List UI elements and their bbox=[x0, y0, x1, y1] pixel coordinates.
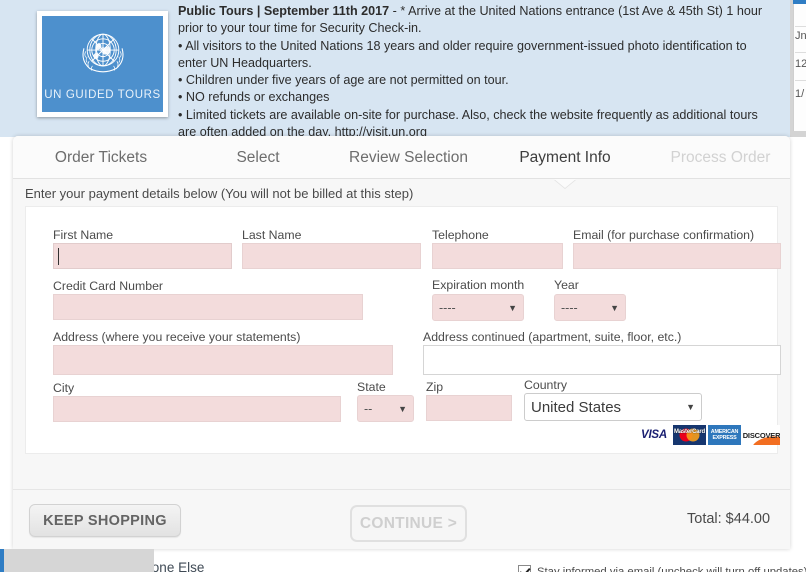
zip-label: Zip bbox=[426, 380, 444, 394]
credit-card-label: Credit Card Number bbox=[53, 279, 164, 293]
right-edge-panel-body: Jn 12 1/ bbox=[793, 0, 806, 131]
stay-informed-row[interactable]: Stay informed via email (uncheck will tu… bbox=[518, 565, 806, 572]
address2-label: Address continued (apartment, suite, flo… bbox=[423, 330, 682, 344]
notice-bullet: • Children under five years of age are n… bbox=[178, 73, 509, 88]
stay-informed-checkbox[interactable] bbox=[518, 565, 531, 572]
event-notice-banner: UN GUIDED TOURS Public Tours | September… bbox=[0, 0, 790, 139]
taskbar-accent bbox=[0, 549, 4, 572]
email-input[interactable] bbox=[573, 243, 781, 269]
right-panel-accent-bar bbox=[793, 0, 806, 4]
state-select[interactable]: -- ▼ bbox=[357, 395, 414, 422]
footer-separator bbox=[13, 489, 790, 490]
chevron-down-icon: ▼ bbox=[610, 302, 619, 313]
zip-input[interactable] bbox=[426, 395, 512, 421]
taskbar-item[interactable] bbox=[4, 549, 154, 572]
discover-logo: DISCOVER bbox=[743, 425, 780, 445]
right-edge-panel: Jn 12 1/ bbox=[790, 0, 806, 137]
expiration-month-label: Expiration month bbox=[432, 278, 525, 292]
keep-shopping-button[interactable]: KEEP SHOPPING bbox=[29, 504, 181, 537]
event-title: Public Tours | September 11th 2017 bbox=[178, 4, 390, 18]
right-panel-row: 1/ bbox=[795, 88, 805, 100]
state-label: State bbox=[357, 380, 386, 394]
credit-card-input[interactable] bbox=[53, 294, 363, 320]
chevron-down-icon: ▼ bbox=[508, 302, 517, 313]
amex-line-2: EXPRESS bbox=[712, 435, 737, 441]
visa-logo: VISA bbox=[637, 425, 671, 445]
amex-logo: AMERICAN EXPRESS bbox=[708, 425, 741, 445]
checkout-page: UN GUIDED TOURS Public Tours | September… bbox=[0, 0, 806, 572]
expiration-month-select[interactable]: ---- ▼ bbox=[432, 294, 524, 321]
expiration-year-value: ---- bbox=[561, 300, 578, 315]
city-input[interactable] bbox=[53, 396, 341, 422]
checkout-wizard: Order Tickets Select Review Selection Pa… bbox=[13, 136, 806, 572]
tab-payment-info[interactable]: Payment Info bbox=[503, 136, 627, 179]
payment-form-panel: First Name Last Name Telephone Email (fo… bbox=[25, 206, 781, 454]
un-emblem-icon bbox=[81, 33, 124, 73]
telephone-input[interactable] bbox=[432, 243, 563, 269]
country-label: Country bbox=[524, 378, 568, 392]
order-total: Total: $44.00 bbox=[687, 511, 771, 527]
expiration-year-label: Year bbox=[554, 278, 579, 292]
country-value: United States bbox=[531, 398, 622, 416]
mastercard-label: MasterCard bbox=[673, 429, 705, 435]
country-select[interactable]: United States ▼ bbox=[524, 393, 702, 421]
last-name-label: Last Name bbox=[242, 228, 302, 242]
payment-intro-text: Enter your payment details below (You wi… bbox=[25, 186, 414, 201]
mastercard-logo: MasterCard bbox=[673, 425, 706, 445]
discover-label: DISCOVER bbox=[743, 430, 780, 440]
address-label: Address (where you receive your statemen… bbox=[53, 330, 301, 344]
notice-bullet: • All visitors to the United Nations 18 … bbox=[178, 38, 747, 70]
active-tab-pointer-icon bbox=[554, 179, 576, 188]
un-guided-tours-logo: UN GUIDED TOURS bbox=[37, 11, 168, 117]
accepted-card-logos: VISA MasterCard AMERICAN EXPRESS DISCOVE… bbox=[637, 425, 780, 445]
address-input[interactable] bbox=[53, 345, 393, 375]
continue-button: CONTINUE > bbox=[350, 505, 467, 542]
chevron-down-icon: ▼ bbox=[398, 403, 407, 414]
first-name-label: First Name bbox=[53, 228, 114, 242]
city-label: City bbox=[53, 381, 75, 395]
first-name-input[interactable] bbox=[53, 243, 232, 269]
text-caret bbox=[58, 248, 59, 265]
email-label: Email (for purchase confirmation) bbox=[573, 228, 755, 242]
right-panel-row: 12 bbox=[795, 58, 806, 70]
tab-order-tickets[interactable]: Order Tickets bbox=[31, 136, 171, 179]
right-panel-row: Jn bbox=[795, 30, 806, 42]
expiration-month-value: ---- bbox=[439, 300, 456, 315]
logo-caption: UN GUIDED TOURS bbox=[44, 89, 161, 101]
tab-select[interactable]: Select bbox=[198, 136, 318, 179]
event-notice-text: Public Tours | September 11th 2017 - * A… bbox=[178, 3, 778, 141]
tab-process-order: Process Order bbox=[670, 149, 771, 166]
wizard-tabbar: Order Tickets Select Review Selection Pa… bbox=[13, 136, 790, 188]
expiration-year-select[interactable]: ---- ▼ bbox=[554, 294, 626, 321]
tab-review-selection[interactable]: Review Selection bbox=[331, 136, 486, 179]
notice-bullet: • NO refunds or exchanges bbox=[178, 90, 330, 105]
state-value: -- bbox=[364, 401, 373, 416]
last-name-input[interactable] bbox=[242, 243, 421, 269]
telephone-label: Telephone bbox=[432, 228, 489, 242]
stay-informed-label: Stay informed via email (uncheck will tu… bbox=[537, 565, 806, 572]
chevron-down-icon: ▼ bbox=[686, 402, 695, 412]
address2-input[interactable] bbox=[423, 345, 781, 375]
